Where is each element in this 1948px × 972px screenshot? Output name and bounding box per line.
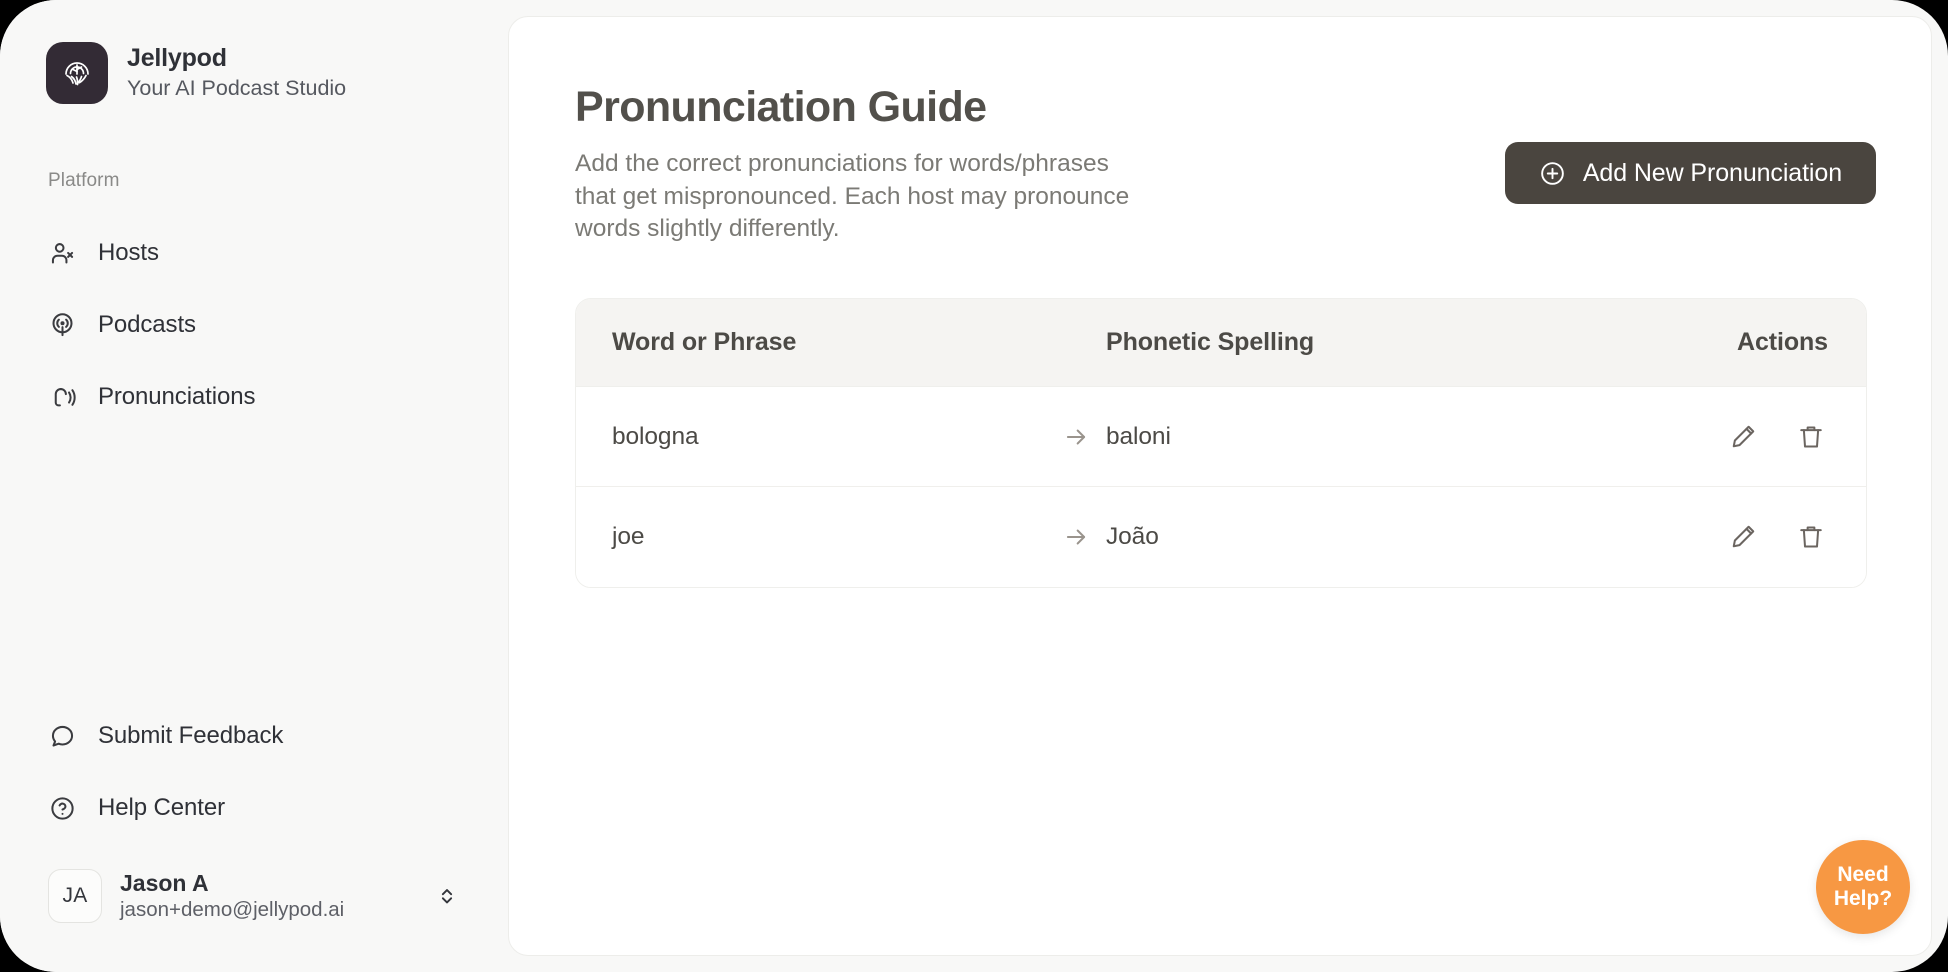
plus-circle-icon [1539,160,1566,187]
brand-text: Jellypod Your AI Podcast Studio [127,45,346,100]
cell-phonetic: João [1106,523,1159,550]
sidebar-item-submit-feedback[interactable]: Submit Feedback [34,708,474,764]
sidebar-item-label: Submit Feedback [98,722,284,749]
user-name: Jason A [120,870,209,896]
arrow-right-icon [1046,524,1106,550]
user-email: jason+demo@jellypod.ai [120,898,345,922]
pencil-icon[interactable] [1726,520,1760,554]
nav-list: Hosts Podcasts Pronunciations [34,225,474,441]
trash-icon[interactable] [1794,520,1828,554]
sidebar-item-pronunciations[interactable]: Pronunciations [34,369,474,425]
row-actions [1636,520,1866,554]
need-help-button[interactable]: Need Help? [1816,840,1910,934]
help-line-1: Need [1837,863,1889,887]
brand-name: Jellypod [127,44,227,73]
sidebar-bottom-nav: Submit Feedback Help Center [34,708,474,852]
table-header-row: Word or Phrase Phonetic Spelling Actions [576,299,1866,387]
cell-phonetic: baloni [1106,422,1171,450]
table-row: bologna baloni [576,387,1866,487]
page-title: Pronunciation Guide [575,83,987,131]
sidebar: Jellypod Your AI Podcast Studio Platform… [0,0,508,972]
column-header-word: Word or Phrase [612,328,797,356]
help-line-2: Help? [1833,887,1893,910]
row-actions [1636,420,1866,454]
brand-tagline: Your AI Podcast Studio [127,75,347,100]
pronunciations-table: Word or Phrase Phonetic Spelling Actions… [575,298,1867,588]
page-header: Pronunciation Guide Add the correct pron… [575,83,1275,246]
sidebar-item-label: Help Center [98,794,225,821]
column-header-phonetic: Phonetic Spelling [1106,328,1315,356]
sidebar-item-label: Podcasts [98,311,196,338]
brand[interactable]: Jellypod Your AI Podcast Studio [46,42,346,104]
app-window: Jellypod Your AI Podcast Studio Platform… [0,0,1948,972]
main-panel: Pronunciation Guide Add the correct pron… [508,16,1932,956]
table-row: joe João [576,487,1866,587]
users-icon [48,239,76,267]
sidebar-item-help-center[interactable]: Help Center [34,780,474,836]
cell-word: bologna [612,422,699,450]
avatar: JA [48,869,102,923]
sidebar-item-hosts[interactable]: Hosts [34,225,474,281]
add-button-label: Add New Pronunciation [1582,158,1842,187]
column-header-actions: Actions [1737,328,1828,356]
cell-word: joe [612,523,645,550]
podcast-icon [48,311,76,339]
sidebar-item-label: Pronunciations [98,383,256,410]
chevron-up-down-icon[interactable] [434,881,460,911]
add-new-pronunciation-button[interactable]: Add New Pronunciation [1504,142,1876,204]
page-description: Add the correct pronunciations for words… [575,150,1130,243]
user-info: Jason A jason+demo@jellypod.ai [120,870,416,922]
jellyfish-icon [46,42,108,104]
message-circle-icon [48,722,76,750]
sidebar-item-label: Hosts [98,239,159,266]
trash-icon[interactable] [1794,420,1828,454]
arrow-right-icon [1046,424,1106,450]
question-circle-icon [48,794,76,822]
speech-waves-icon [48,383,76,411]
pencil-icon[interactable] [1726,420,1760,454]
sidebar-item-podcasts[interactable]: Podcasts [34,297,474,353]
user-profile-card[interactable]: JA Jason A jason+demo@jellypod.ai [34,856,474,936]
nav-section-label: Platform [48,170,120,191]
